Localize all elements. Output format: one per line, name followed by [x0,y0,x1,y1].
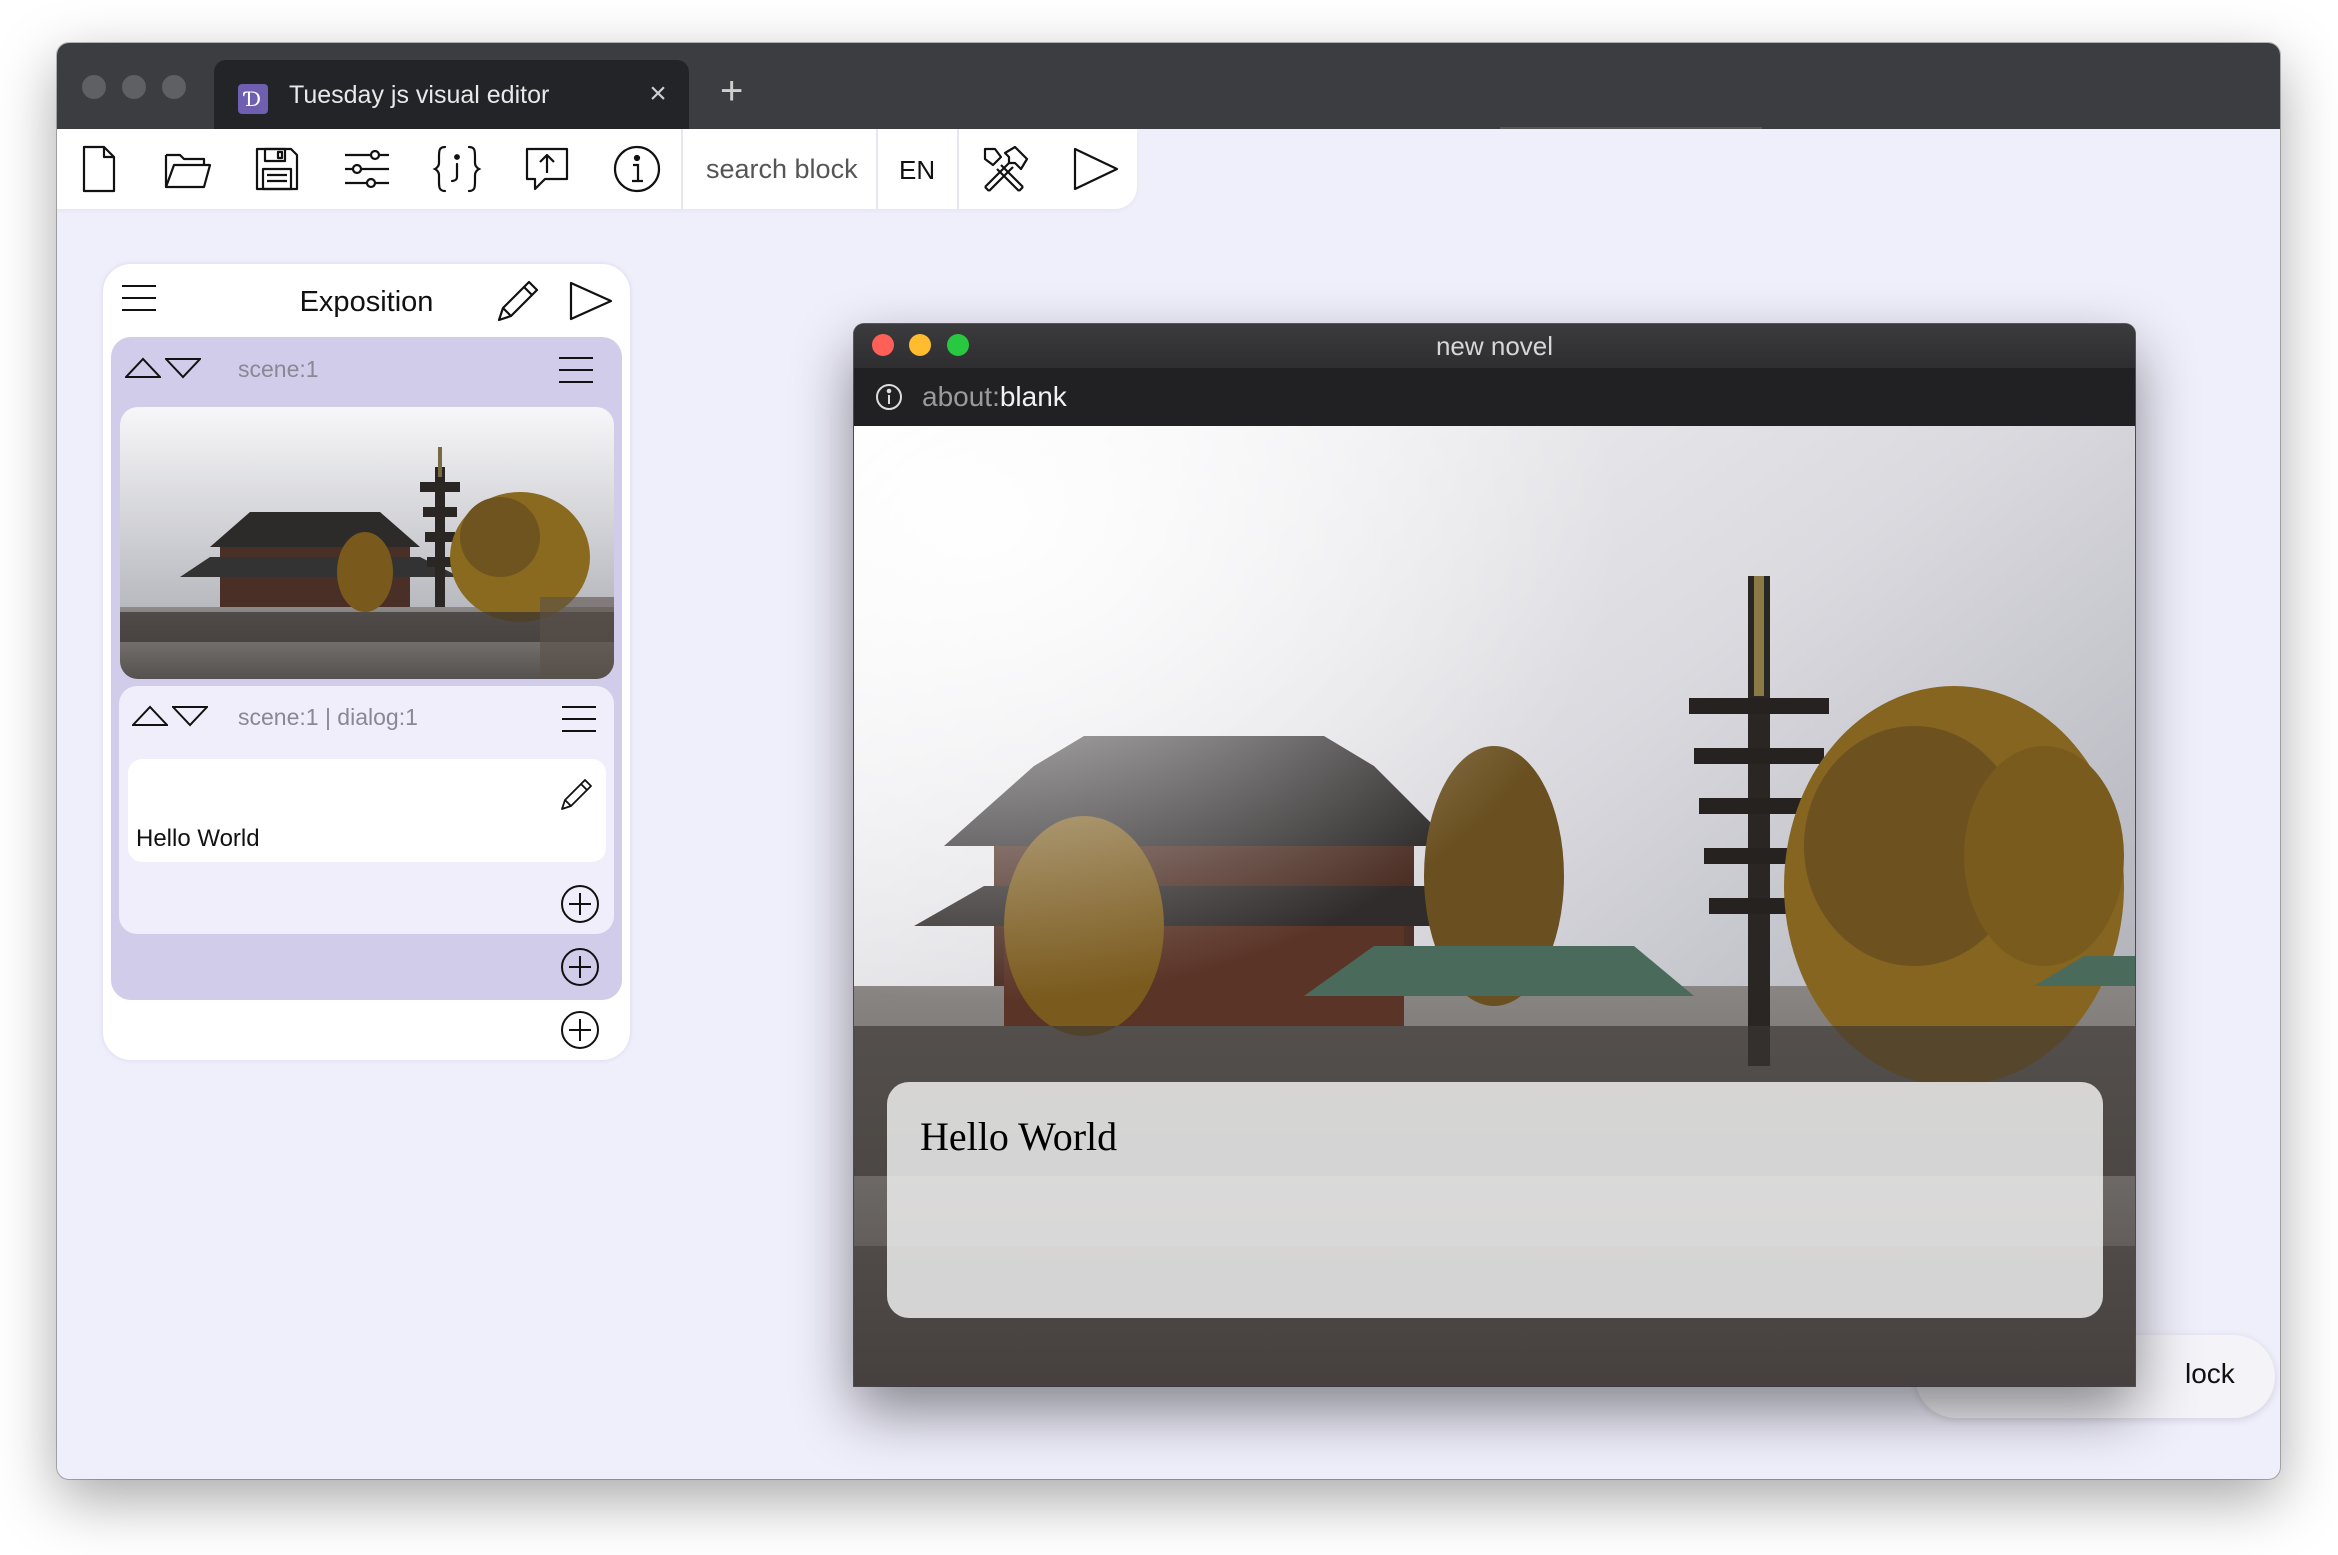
add-dialog-icon[interactable] [560,884,600,929]
language-selector[interactable]: EN [899,153,935,187]
hint-text: lock [2185,1358,2235,1389]
site-info-icon[interactable] [874,382,904,417]
preview-title-bar: new novel [854,324,2135,368]
dialog-card[interactable]: Hello World [128,759,606,862]
preview-url[interactable]: about:blank [922,381,1067,413]
open-folder-icon[interactable] [162,143,214,195]
url-path: blank [999,381,1067,412]
new-file-icon[interactable] [73,143,125,195]
tab-indicator-line [1500,127,1762,129]
toolbar-divider [681,129,683,209]
tuesday-favicon-icon: Ɗ [238,84,268,114]
scene-background-thumbnail[interactable] [120,407,614,679]
panel-header: Exposition [103,264,630,338]
tab-title: Tuesday js visual editor [289,81,550,109]
window-zoom-light[interactable] [162,75,186,99]
save-icon[interactable] [251,143,303,195]
code-braces-icon[interactable] [431,143,483,195]
toolbar-divider [876,129,878,209]
new-tab-button[interactable]: + [720,71,743,111]
dialog-block: scene:1 | dialog:1 Hello World [119,686,614,934]
preview-window: new novel about:blank Hello World [854,324,2135,1386]
add-scene-icon[interactable] [560,1010,600,1055]
toolbar-divider [957,129,959,209]
edit-pencil-icon[interactable] [559,776,595,817]
novel-dialog-text: Hello World [920,1114,1118,1159]
editor-browser-window: Ɗ Tuesday js visual editor × + search bl… [57,43,2280,1479]
info-icon[interactable] [611,143,663,195]
tools-icon[interactable] [979,143,1031,195]
browser-title-bar: Ɗ Tuesday js visual editor × + [57,43,2280,129]
move-down-icon[interactable] [163,357,203,384]
panel-menu-icon[interactable] [121,283,157,318]
add-block-icon[interactable] [560,947,600,992]
window-close-light[interactable] [82,75,106,99]
search-block-button[interactable]: search block [706,152,858,186]
move-up-icon[interactable] [130,705,170,732]
export-icon[interactable] [521,143,573,195]
panel-title: Exposition [299,286,434,318]
dialog-label: scene:1 | dialog:1 [238,704,418,730]
edit-pencil-icon[interactable] [495,278,541,329]
settings-sliders-icon[interactable] [341,143,393,195]
window-minimize-light[interactable] [122,75,146,99]
url-scheme: about: [922,381,1000,412]
editor-toolbar: search block EN [57,129,1137,209]
move-down-icon[interactable] [170,705,210,732]
move-up-icon[interactable] [123,357,163,384]
scene-label: scene:1 [238,356,319,382]
tab-close-button[interactable]: × [641,77,675,111]
scene-block: scene:1 scene:1 | dialog:1 Hello World [111,337,622,1000]
novel-scene[interactable]: Hello World [854,426,2135,1386]
dialog-text: Hello World [136,825,260,852]
preview-title: new novel [1435,331,1554,361]
exposition-panel: Exposition scene:1 scene:1 | dialog:1 He… [103,264,630,1060]
play-icon[interactable] [568,280,614,327]
scene-menu-icon[interactable] [558,355,594,390]
preview-url-bar: about:blank [854,368,2135,426]
novel-dialog-box[interactable]: Hello World [887,1082,2103,1318]
browser-tab[interactable]: Ɗ Tuesday js visual editor × [214,60,689,129]
dialog-menu-icon[interactable] [561,704,597,739]
play-icon[interactable] [1069,143,1121,195]
